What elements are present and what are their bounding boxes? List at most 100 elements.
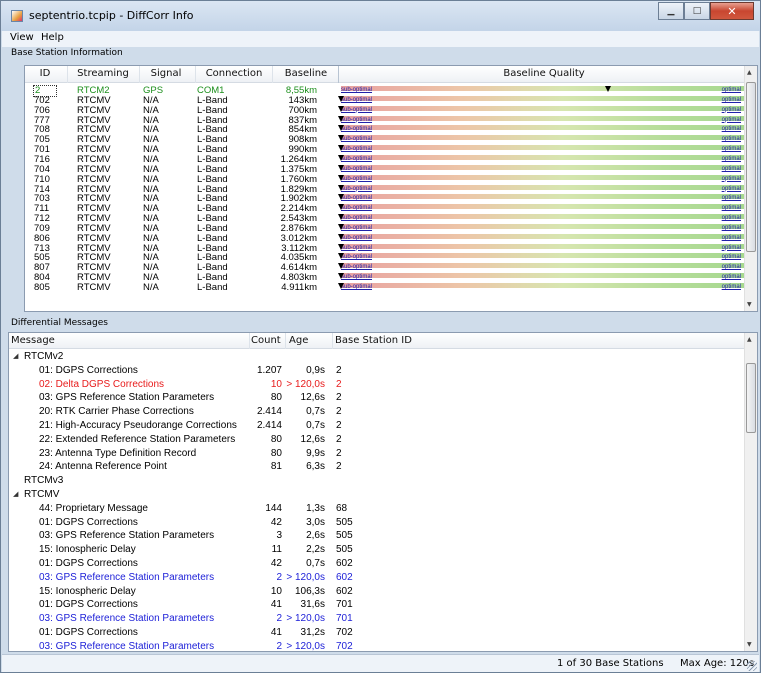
menu-help[interactable]: Help [41, 32, 64, 43]
message-row[interactable]: 01: DGPS Corrections 1.207 0,9s 2 [9, 364, 757, 378]
baseline-quality-bar [341, 273, 745, 279]
row-signal: N/A [143, 104, 159, 116]
message-row[interactable]: 02: Delta DGPS Corrections 10 > 120,0s 2 [9, 378, 757, 392]
message-row[interactable]: 20: RTK Carrier Phase Corrections 2.414 0,… [9, 405, 757, 419]
base-table-row[interactable]: 712 RTCMV N/A L-Band 2.543km sub-optimal optim… [25, 214, 757, 224]
message-group-row[interactable]: RTCMv3 [9, 474, 757, 488]
scroll-up-arrow-icon[interactable]: ▲ [747, 336, 752, 343]
quality-optimal-label: optimal [721, 87, 741, 93]
col-baseline[interactable]: Baseline [275, 68, 337, 79]
quality-suboptimal-label: sub-optimal [341, 146, 373, 153]
scroll-down-arrow-icon[interactable]: ▼ [747, 301, 752, 308]
message-row[interactable]: 44: Proprietary Message 144 1,3s 68 [9, 502, 757, 516]
col-base-station-id[interactable]: Base Station ID [335, 335, 412, 346]
scrollbar-thumb[interactable] [746, 363, 756, 433]
message-row[interactable]: 23: Antenna Type Definition Record 80 9,9s… [9, 447, 757, 461]
col-connection[interactable]: Connection [197, 68, 271, 79]
baseline-quality-bar [341, 184, 745, 190]
message-base-station-id: 602 [336, 558, 353, 569]
message-name: 03: GPS Reference Station Parameters [39, 571, 215, 583]
baseline-quality-bar [341, 174, 745, 180]
resize-grip[interactable] [747, 661, 757, 671]
base-table-row[interactable]: 714 RTCMV N/A L-Band 1.829km sub-optimal optim… [25, 184, 757, 195]
message-count: 2.414 [256, 406, 282, 418]
baseline-quality-bar [341, 263, 745, 269]
row-id: 805 [34, 282, 50, 293]
col-id[interactable]: ID [35, 68, 55, 79]
diff-table-scrollbar[interactable]: ▲ ▼ [744, 333, 757, 651]
base-table-row[interactable]: 701 RTCMV N/A L-Band 990km sub-optimal optimal [25, 145, 757, 155]
message-row[interactable]: 15: Ionospheric Delay 11 2,2s 505 [9, 543, 757, 557]
message-age: 2,2s [306, 544, 325, 556]
base-table-row[interactable]: 711 RTCMV N/A L-Band 2.214km sub-optimal optim… [25, 204, 757, 214]
base-table-scrollbar[interactable]: ▲ ▼ [744, 66, 757, 311]
col-signal[interactable]: Signal [141, 68, 191, 79]
tree-expander-icon[interactable]: ◢ [13, 350, 18, 364]
base-table-row[interactable]: 807 RTCMV N/A L-Band 4.614km sub-optimal optim… [25, 263, 757, 273]
col-count[interactable]: Count [251, 335, 281, 346]
message-base-station-id: 701 [336, 599, 353, 611]
scroll-up-arrow-icon[interactable]: ▲ [747, 69, 752, 76]
message-row[interactable]: 03: GPS Reference Station Parameters 3 2,6… [9, 529, 757, 543]
message-row[interactable]: 01: DGPS Corrections 41 31,6s 701 [9, 598, 757, 612]
message-base-station-id: 701 [336, 613, 353, 625]
message-row[interactable]: 21: High-Accuracy Pseudorange Correction… [9, 419, 757, 433]
quality-marker-icon [604, 86, 611, 92]
message-name: 01: DGPS Corrections [39, 364, 138, 376]
col-streaming[interactable]: Streaming [69, 68, 137, 79]
quality-marker-icon [338, 164, 344, 171]
message-row[interactable]: 01: DGPS Corrections 42 0,7s 602 [9, 557, 757, 571]
row-signal: N/A [143, 282, 159, 293]
scroll-down-arrow-icon[interactable]: ▼ [747, 641, 752, 648]
baseline-quality-bar [341, 95, 745, 101]
base-table-row[interactable]: 505 RTCMV N/A L-Band 4.035km sub-optimal optim… [25, 253, 757, 263]
tree-expander-icon[interactable]: ◢ [13, 488, 18, 502]
base-table-row[interactable]: 704 RTCMV N/A L-Band 1.375km sub-optimal optim… [25, 164, 757, 175]
close-button[interactable]: ✕ [710, 2, 754, 20]
message-row[interactable]: 24: Antenna Reference Point 81 6,3s 2 [9, 460, 757, 474]
quality-optimal-label: optimal [721, 116, 741, 123]
message-age: 12,6s [300, 392, 325, 404]
base-table-row[interactable]: 705 RTCMV N/A L-Band 908km sub-optimal optimal [25, 135, 757, 145]
col-message[interactable]: Message [11, 335, 55, 346]
base-table-row[interactable]: 806 RTCMV N/A L-Band 3.012km sub-optimal optim… [25, 233, 757, 244]
scrollbar-thumb[interactable] [746, 82, 756, 252]
window-title: septentrio.tcpip - DiffCorr Info [29, 9, 194, 22]
base-table-row[interactable]: 716 RTCMV N/A L-Band 1.264km sub-optimal optim… [25, 155, 757, 165]
message-group-label: RTCMV [24, 489, 60, 500]
base-table-row[interactable]: 703 RTCMV N/A L-Band 1.902km sub-optimal optim… [25, 194, 757, 204]
message-group-row[interactable]: ◢ RTCMV [9, 488, 757, 502]
base-table-row[interactable]: 713 RTCMV N/A L-Band 3.112km sub-optimal optim… [25, 243, 757, 254]
base-table-row[interactable]: 702 RTCMV N/A L-Band 143km sub-optimal optimal [25, 96, 757, 106]
baseline-quality-bar [341, 194, 745, 200]
message-row[interactable]: 03: GPS Reference Station Parameters 80 12… [9, 391, 757, 405]
message-group-row[interactable]: ◢ RTCMv2 [9, 350, 757, 364]
message-row[interactable]: 03: GPS Reference Station Parameters 2 > 1… [9, 640, 757, 651]
minimize-button[interactable]: ▁ [658, 2, 684, 20]
base-table-row[interactable]: 709 RTCMV N/A L-Band 2.876km sub-optimal optim… [25, 224, 757, 234]
message-row[interactable]: 22: Extended Reference Station Parameter… [9, 433, 757, 447]
row-baseline: 1.760km [280, 173, 317, 185]
message-row[interactable]: 01: DGPS Corrections 41 31,2s 702 [9, 626, 757, 640]
base-table-row[interactable]: 2 RTCM2 GPS COM1 8,55km sub-optimal optimal [25, 85, 757, 97]
base-table-row[interactable]: 710 RTCMV N/A L-Band 1.760km sub-optimal optim… [25, 173, 757, 185]
base-table-row[interactable]: 805 RTCMV N/A L-Band 4.911km sub-optimal optim… [25, 283, 757, 293]
message-row[interactable]: 01: DGPS Corrections 42 3,0s 505 [9, 516, 757, 530]
maximize-button[interactable]: □ [684, 2, 710, 20]
base-table-row[interactable]: 708 RTCMV N/A L-Band 854km sub-optimal optimal [25, 125, 757, 135]
message-row[interactable]: 03: GPS Reference Station Parameters 2 > 1… [9, 571, 757, 585]
message-row[interactable]: 03: GPS Reference Station Parameters 2 > 1… [9, 612, 757, 626]
message-age: 1,3s [306, 502, 325, 514]
quality-marker-icon [338, 184, 344, 191]
col-age[interactable]: Age [289, 335, 308, 346]
base-table-row[interactable]: 804 RTCMV N/A L-Band 4.803km sub-optimal optim… [25, 273, 757, 283]
title-bar[interactable]: septentrio.tcpip - DiffCorr Info ▁ □ ✕ [1, 1, 760, 31]
row-connection: L-Band [197, 282, 228, 293]
quality-optimal-label: optimal [721, 244, 741, 251]
base-table-row[interactable]: 706 RTCMV N/A L-Band 700km sub-optimal optimal [25, 104, 757, 116]
message-row[interactable]: 15: Ionospheric Delay 10 106,3s 602 [9, 585, 757, 599]
menu-view[interactable]: View [10, 32, 34, 43]
base-table-row[interactable]: 777 RTCMV N/A L-Band 837km sub-optimal optimal [25, 115, 757, 126]
baseline-quality-bar [341, 243, 745, 249]
message-count: 41 [270, 599, 282, 611]
